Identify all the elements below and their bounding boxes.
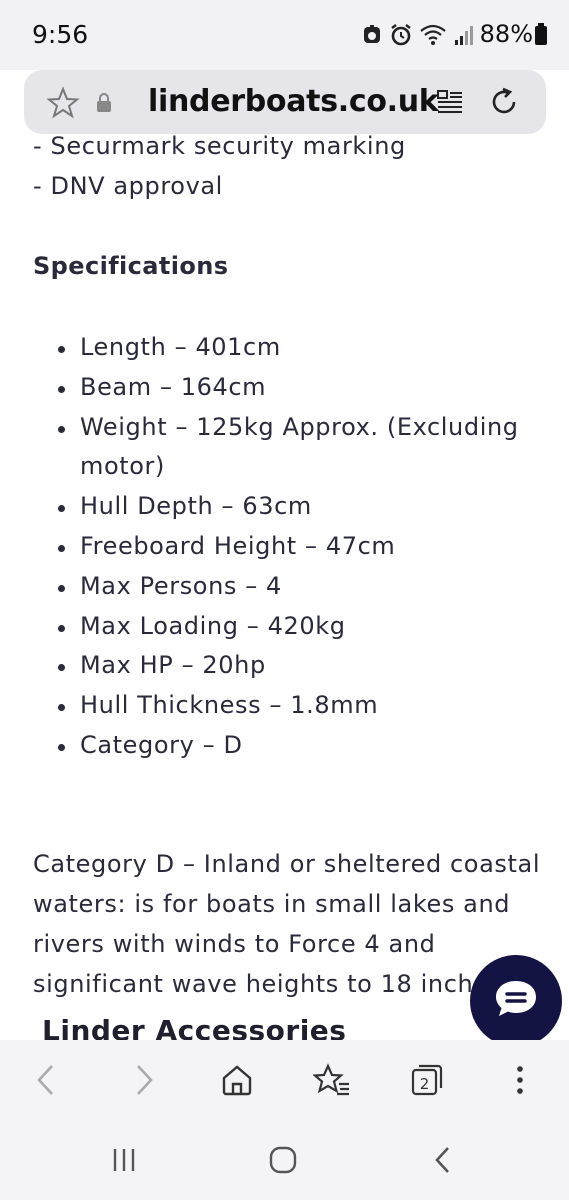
battery-percentage: 88%	[480, 20, 547, 51]
system-nav-bar	[0, 1120, 569, 1200]
spec-item: Hull Thickness – 1.8mm	[46, 686, 546, 726]
spec-item: Max Loading – 420kg	[46, 607, 546, 647]
specifications-list: Length – 401cm Beam – 164cm Weight – 125…	[46, 328, 546, 766]
home-nav-icon[interactable]	[263, 1142, 303, 1178]
paragraph-line: rivers with winds to Force 4 and	[33, 930, 436, 958]
status-time: 9:56	[32, 20, 89, 49]
status-icons	[361, 24, 475, 50]
spec-item: Freeboard Height – 47cm	[46, 527, 546, 567]
tabs-icon[interactable]: 2	[407, 1060, 447, 1100]
back-icon[interactable]	[26, 1060, 66, 1100]
url-bar[interactable]: linderboats.co.uk	[24, 70, 546, 134]
accessories-heading: Linder Accessories	[42, 1014, 347, 1040]
home-icon[interactable]	[217, 1060, 257, 1100]
alarm-badge-icon	[361, 24, 383, 50]
paragraph-line: waters: is for boats in small lakes and	[33, 890, 511, 918]
feature-line: - Securmark security marking	[33, 134, 406, 160]
spec-item: Weight – 125kg Approx. (Excluding motor)	[46, 408, 530, 488]
recents-icon[interactable]	[104, 1142, 144, 1178]
star-icon[interactable]	[46, 86, 80, 124]
battery-text: 88%	[479, 20, 533, 48]
forward-icon[interactable]	[124, 1060, 164, 1100]
back-nav-icon[interactable]	[423, 1142, 463, 1178]
battery-icon	[535, 23, 547, 51]
tab-count: 2	[420, 1075, 430, 1093]
spec-item: Beam – 164cm	[46, 368, 546, 408]
page-content: - Securmark security marking - DNV appro…	[0, 134, 569, 1040]
reader-mode-icon[interactable]	[436, 88, 464, 120]
wifi-icon	[419, 24, 447, 50]
bookmarks-icon[interactable]	[312, 1060, 352, 1100]
paragraph-line: Category D – Inland or sheltered coastal	[33, 850, 541, 878]
more-icon[interactable]	[500, 1060, 540, 1100]
browser-toolbar: 2	[0, 1040, 569, 1120]
specifications-heading: Specifications	[33, 252, 229, 280]
chat-button[interactable]	[470, 955, 562, 1047]
url-text[interactable]: linderboats.co.uk	[148, 84, 439, 119]
reload-icon[interactable]	[488, 86, 520, 122]
spec-item: Hull Depth – 63cm	[46, 487, 546, 527]
spec-item: Category – D	[46, 726, 546, 766]
chat-bubble-icon	[493, 978, 539, 1024]
spec-item: Max Persons – 4	[46, 567, 546, 607]
signal-icon	[453, 24, 475, 50]
status-bar: 9:56 88%	[0, 0, 569, 70]
spec-item: Length – 401cm	[46, 328, 546, 368]
feature-line: - DNV approval	[33, 172, 223, 200]
alarm-clock-icon	[389, 23, 413, 51]
lock-icon	[96, 93, 112, 117]
spec-item: Max HP – 20hp	[46, 646, 546, 686]
